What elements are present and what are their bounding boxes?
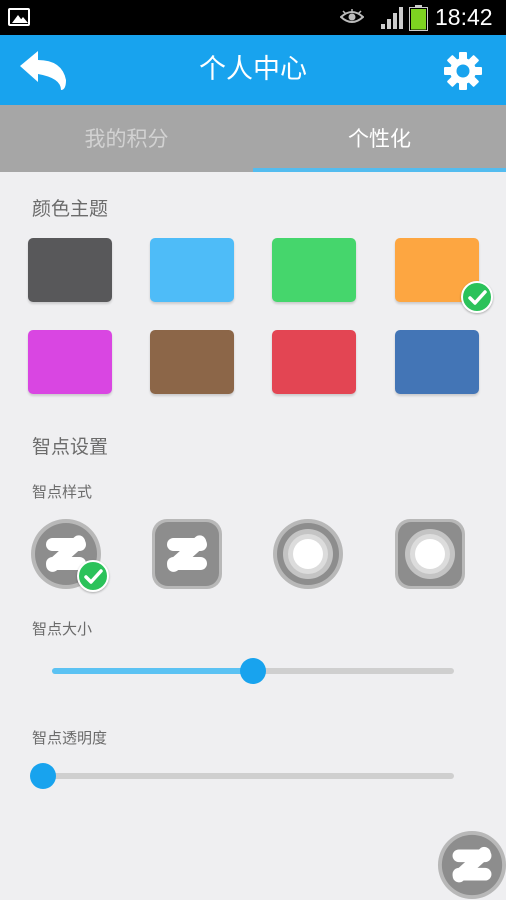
color-theme-title: 颜色主题 — [32, 198, 109, 220]
tab-indicator — [253, 168, 506, 172]
color-swatch-light-blue[interactable] — [150, 238, 234, 302]
gear-icon — [444, 52, 482, 90]
smart-dot-size-label: 智点大小 — [32, 620, 93, 638]
color-swatch-magenta[interactable] — [28, 330, 112, 394]
settings-button[interactable] — [442, 50, 484, 92]
eye-icon — [340, 9, 364, 23]
z-round-icon — [437, 830, 506, 900]
battery-icon — [409, 5, 428, 31]
ring-round-icon — [273, 519, 343, 589]
floating-smart-dot-button[interactable] — [437, 830, 506, 900]
tab-my-points[interactable]: 我的积分 — [0, 105, 253, 172]
color-swatch-red[interactable] — [272, 330, 356, 394]
color-swatch-brown[interactable] — [150, 330, 234, 394]
slider-fill — [52, 668, 253, 674]
slider-track — [43, 773, 454, 779]
color-swatch-green[interactable] — [272, 238, 356, 302]
gallery-icon — [8, 8, 30, 26]
slider-thumb[interactable] — [30, 763, 56, 789]
dot-style-option-2[interactable] — [151, 518, 223, 590]
color-swatch-blue[interactable] — [395, 330, 479, 394]
clock: 18:42 — [435, 4, 493, 30]
dot-style-option-3[interactable] — [272, 518, 344, 590]
z-square-icon — [152, 519, 222, 589]
page-title: 个人中心 — [199, 54, 307, 85]
selected-check-icon — [77, 560, 109, 592]
slider-thumb[interactable] — [240, 658, 266, 684]
tab-personalization[interactable]: 个性化 — [253, 105, 506, 172]
smart-dot-style-label: 智点样式 — [32, 483, 93, 501]
smart-dot-settings-title: 智点设置 — [32, 436, 109, 458]
smart-dot-opacity-label: 智点透明度 — [32, 729, 108, 747]
size-slider[interactable] — [52, 656, 454, 686]
dot-style-option-4[interactable] — [394, 518, 466, 590]
opacity-slider[interactable] — [30, 761, 454, 791]
signal-icon — [381, 7, 403, 29]
app-header: 个人中心 — [0, 35, 506, 105]
tab-bar: 我的积分 个性化 — [0, 105, 506, 172]
status-bar: 18:42 — [0, 0, 506, 35]
selected-check-icon — [461, 281, 493, 313]
ring-square-icon — [395, 519, 465, 589]
color-swatch-dark-gray[interactable] — [28, 238, 112, 302]
